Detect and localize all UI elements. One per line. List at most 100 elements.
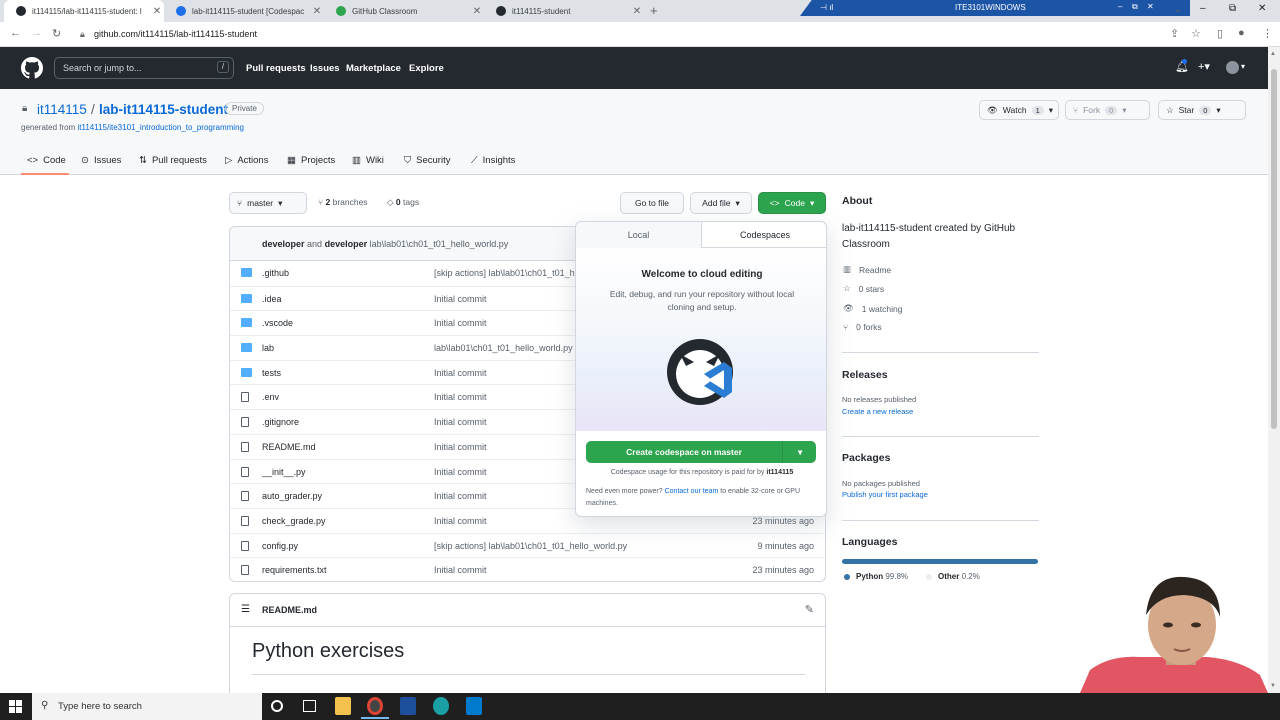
file-name[interactable]: README.md [262,442,316,452]
watching-link[interactable]: 👁︎ 1 watching [843,303,902,314]
search-input[interactable]: Search or jump to... / [54,57,234,79]
tab-security[interactable]: ⛉ Security [404,155,450,166]
sidepanel-icon[interactable]: ▯ [1217,27,1223,40]
commit-message[interactable]: Initial commit [434,294,487,304]
close-icon[interactable]: ✕ [1147,2,1154,11]
tab-codespaces[interactable]: Codespaces [702,222,826,248]
file-name[interactable]: __init__.py [262,467,306,477]
reload-icon[interactable]: ↻ [52,27,61,40]
stars-link[interactable]: ☆ 0 stars [843,283,884,294]
file-name[interactable]: .github [262,268,289,278]
nav-explore[interactable]: Explore [409,63,444,74]
browser-tab-4[interactable]: it114115-student ✕ [484,0,644,22]
taskbar-search[interactable]: ⚲ Type here to search [32,693,262,720]
file-row[interactable]: config.py [skip actions] lab\lab01\ch01_t… [230,532,825,558]
commit-message[interactable]: lab\lab01\ch01_t01_hello_world.py [370,239,509,249]
window-close-icon[interactable]: ✕ [1258,3,1266,14]
file-explorer-icon[interactable] [335,697,351,715]
edge-icon[interactable] [433,697,449,715]
file-name[interactable]: check_grade.py [262,516,326,526]
readme-filename[interactable]: README.md [262,605,317,615]
commit-message[interactable]: Initial commit [434,467,487,477]
forward-icon[interactable]: → [31,27,42,39]
commit-message[interactable]: Initial commit [434,417,487,427]
close-icon[interactable]: ✕ [150,6,164,17]
tab-projects[interactable]: ▦ Projects [287,155,335,166]
commit-message[interactable]: lab\lab01\ch01_t01_hello_world.py [434,343,573,353]
browser-tab-3[interactable]: GitHub Classroom ✕ [324,0,484,22]
vscode-icon[interactable] [466,697,482,715]
commit-message[interactable]: Initial commit [434,318,487,328]
commit-message[interactable]: [skip actions] lab\lab01\ch01_t01_h [434,268,575,278]
windows-start-icon[interactable] [9,700,22,713]
create-release-link[interactable]: Create a new release [842,407,913,416]
commit-message[interactable]: Initial commit [434,392,487,402]
code-button[interactable]: <> Code ▾ [758,192,826,214]
language-python[interactable]: Python 99.8% [844,572,908,581]
window-restore-icon[interactable]: ⧉ [1229,3,1236,14]
file-row[interactable]: requirements.txt Initial commit 23 minutes… [230,557,825,581]
menu-icon[interactable]: ⋮ [1262,27,1273,40]
tab-local[interactable]: Local [576,222,702,248]
cortana-icon[interactable] [271,700,283,712]
browser-tab-1[interactable]: it114115/lab-it114115-student: l ✕ [4,0,164,22]
star-icon[interactable]: ☆ [1191,27,1201,40]
task-view-icon[interactable] [303,700,316,712]
commit-message[interactable]: Initial commit [434,442,487,452]
contact-link[interactable]: Contact our team [665,488,719,495]
nav-marketplace[interactable]: Marketplace [346,63,401,74]
file-name[interactable]: .vscode [262,318,293,328]
list-icon[interactable]: ☰ [241,604,250,615]
language-other[interactable]: Other 0.2% [926,572,980,581]
branch-select[interactable]: ⑂ master ▾ [229,192,307,214]
share-icon[interactable]: ⇪ [1170,27,1179,40]
lock-icon[interactable]: 🔒︎ [80,29,85,40]
file-name[interactable]: requirements.txt [262,565,327,575]
avatar[interactable] [1226,61,1239,74]
nav-issues[interactable]: Issues [310,63,340,74]
pencil-icon[interactable]: ✎ [805,603,814,616]
minimize-icon[interactable]: – [1118,2,1122,11]
star-button[interactable]: ☆ Star 0 ▾ [1158,100,1246,120]
go-to-file-button[interactable]: Go to file [620,192,684,214]
page-scrollbar[interactable]: ▲ ▼ [1268,47,1280,693]
readme-link[interactable]: ▥ Readme [843,264,891,275]
commit-message[interactable]: Initial commit [434,491,487,501]
tab-issues[interactable]: ⊙ Issues [81,155,121,166]
tags-link[interactable]: ◇ 0 tags [387,197,419,208]
releases-title[interactable]: Releases [842,369,888,381]
chevron-down-icon[interactable]: ⌄ [1174,4,1182,15]
commit-message[interactable]: Initial commit [434,516,487,526]
back-icon[interactable]: ← [10,27,21,39]
commit-message[interactable]: Initial commit [434,368,487,378]
window-minimize-icon[interactable]: – [1200,3,1206,14]
close-icon[interactable]: ✕ [470,6,484,17]
create-new-icon[interactable]: +▾ [1198,60,1210,73]
browser-tab-2[interactable]: lab-it114115-student [Codespac ✕ [164,0,324,22]
remote-desktop-icon[interactable] [400,697,416,715]
scrollbar-thumb[interactable] [1271,69,1277,429]
profile-icon[interactable]: ● [1238,27,1245,39]
branches-link[interactable]: ⑂ 2 branches [318,197,368,207]
commit-coauthor[interactable]: developer [325,239,368,249]
chevron-down-icon[interactable]: ▾ [1241,62,1245,71]
close-icon[interactable]: ✕ [630,6,644,17]
chrome-icon[interactable] [367,697,383,715]
forks-link[interactable]: ⑂ 0 forks [843,322,882,332]
commit-message[interactable]: Initial commit [434,565,487,575]
github-logo-icon[interactable] [21,57,43,79]
repo-name-link[interactable]: lab-it114115-student [99,102,228,117]
tab-pull-requests[interactable]: ⇅ Pull requests [139,155,207,166]
restore-icon[interactable]: ⧉ [1132,2,1138,12]
file-name[interactable]: .idea [262,294,282,304]
template-link[interactable]: it114115/ite3101_introduction_to_program… [78,123,244,132]
pin-icon[interactable]: ⊣ ıl [820,3,833,12]
packages-title[interactable]: Packages [842,452,890,464]
scroll-down-icon[interactable]: ▼ [1270,683,1276,689]
tab-actions[interactable]: ▷ Actions [225,155,268,166]
publish-package-link[interactable]: Publish your first package [842,490,928,499]
repo-owner-link[interactable]: it114115 [37,102,87,117]
tab-insights[interactable]: ⟋ Insights [471,155,515,166]
commit-message[interactable]: [skip actions] lab\lab01\ch01_t01_hello_… [434,541,627,551]
fork-button[interactable]: ⑂ Fork 0 ▾ [1065,100,1150,120]
